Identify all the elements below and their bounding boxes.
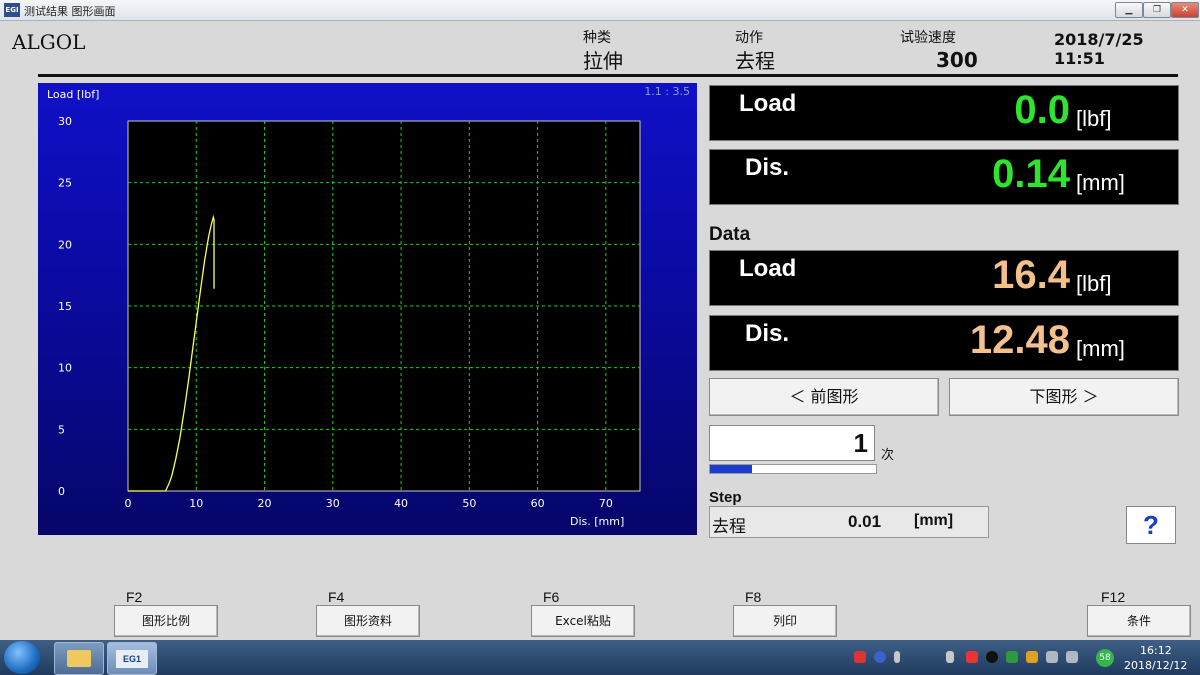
live-dis-unit: [mm]: [1076, 170, 1125, 195]
tray-badge[interactable]: 58: [1096, 649, 1114, 667]
live-load-value: 0.0: [1014, 88, 1070, 132]
action-value: 去程: [735, 49, 775, 73]
help-button[interactable]: ?: [1126, 506, 1176, 544]
data-dis-value: 12.48: [969, 318, 1070, 362]
live-dis-readout: Dis. 0.14 [mm]: [709, 149, 1179, 205]
folder-icon: [67, 650, 91, 667]
close-button[interactable]: ✕: [1171, 2, 1199, 18]
y-tick-label: 10: [58, 362, 72, 375]
data-dis-unit: [mm]: [1076, 336, 1125, 361]
explorer-taskbar-button[interactable]: [54, 642, 104, 675]
test-count-field[interactable]: 1: [709, 425, 875, 461]
speed-value: 300: [936, 48, 978, 72]
help-tray-icon[interactable]: [874, 651, 886, 663]
step-unit: [mm]: [914, 512, 954, 529]
security-icon[interactable]: [966, 651, 978, 663]
ime-icon[interactable]: [854, 651, 866, 663]
speed-label: 试验速度: [900, 30, 956, 46]
print-button[interactable]: 列印: [733, 605, 837, 637]
data-load-unit: [lbf]: [1076, 271, 1112, 296]
data-load-label: Load: [739, 255, 797, 282]
conditions-button[interactable]: 条件: [1087, 605, 1191, 637]
x-tick-label: 30: [326, 497, 340, 510]
live-load-label: Load: [739, 90, 797, 117]
scale-ratio-label: 1.1 : 3.5: [644, 85, 690, 98]
x-tick-label: 50: [462, 497, 476, 510]
shield-icon[interactable]: [1006, 651, 1018, 663]
test-count-unit: 次: [881, 448, 895, 463]
excel-paste-button[interactable]: Excel粘贴: [531, 605, 635, 637]
action-label: 动作: [735, 30, 763, 46]
fkey-f2-label: F2: [126, 589, 143, 605]
minimize-button[interactable]: ▁: [1115, 2, 1143, 18]
data-dis-readout: Dis. 12.48 [mm]: [709, 315, 1179, 371]
fkey-f6-label: F6: [543, 589, 560, 605]
x-tick-label: 20: [258, 497, 272, 510]
data-dis-label: Dis.: [745, 320, 790, 347]
progress-bar: [709, 464, 877, 474]
x-tick-label: 0: [125, 497, 132, 510]
y-tick-label: 30: [58, 115, 72, 128]
title-bar: EGI 测试结果 图形画面 ▁ ❐ ✕: [0, 0, 1200, 21]
window-title: 测试结果 图形画面: [24, 5, 116, 18]
eg1-taskbar-button[interactable]: EG1: [107, 642, 157, 675]
load-displacement-chart: 0 10 20 30 40 50 60 70 0 5 10 15 20 25 30 Load [lbf] Dis…: [38, 83, 697, 535]
clock-date[interactable]: 2018/12/12: [1124, 659, 1187, 672]
y-tick-label: 15: [58, 300, 72, 313]
data-heading: Data: [709, 224, 751, 245]
live-dis-label: Dis.: [745, 154, 790, 181]
type-label: 种类: [583, 30, 611, 46]
start-button[interactable]: [4, 641, 40, 674]
x-axis-label: Dis. [mm]: [570, 515, 624, 528]
x-tick-label: 10: [189, 497, 203, 510]
chart-svg: 0 10 20 30 40 50 60 70 0 5 10 15 20 25 30 Load [lbf] Dis…: [47, 85, 690, 528]
x-tick-label: 70: [599, 497, 613, 510]
restore-button[interactable]: ❐: [1143, 2, 1171, 18]
y-axis-label: Load [lbf]: [47, 88, 99, 101]
progress-fill: [710, 465, 752, 473]
fkey-f8-label: F8: [745, 589, 762, 605]
live-load-unit: [lbf]: [1076, 106, 1112, 131]
eg1-app-icon: EG1: [116, 650, 148, 668]
x-tick-label: 40: [394, 497, 408, 510]
y-tick-label: 0: [58, 485, 65, 498]
keyboard-icon[interactable]: [894, 651, 900, 663]
show-hidden-icons[interactable]: [946, 651, 954, 663]
prev-graph-button[interactable]: ＜ 前图形: [709, 378, 939, 416]
step-box: 去程 0.01 [mm]: [709, 506, 989, 538]
step-value: 0.01: [848, 512, 882, 531]
x-tick-label: 60: [531, 497, 545, 510]
plot-area: [127, 120, 641, 492]
fkey-f12-label: F12: [1101, 589, 1126, 605]
y-tick-label: 20: [58, 238, 72, 251]
data-load-value: 16.4: [992, 253, 1070, 297]
type-value: 拉伸: [583, 49, 623, 73]
graph-data-button[interactable]: 图形资料: [316, 605, 420, 637]
next-graph-button[interactable]: 下图形 ＞: [949, 378, 1179, 416]
qq-icon[interactable]: [986, 651, 998, 663]
fkey-f4-label: F4: [328, 589, 345, 605]
data-load-readout: Load 16.4 [lbf]: [709, 250, 1179, 306]
clock-time[interactable]: 16:12: [1140, 644, 1172, 657]
scale-button[interactable]: 图形比例: [114, 605, 218, 637]
taskbar: EG1: [0, 640, 1200, 675]
live-load-readout: Load 0.0 [lbf]: [709, 85, 1179, 141]
datetime: 2018/7/25 11:51: [1054, 30, 1144, 68]
volume-icon[interactable]: [1066, 651, 1078, 663]
app-icon: EGI: [4, 3, 20, 17]
network-icon[interactable]: [1046, 651, 1058, 663]
test-count-value: 1: [853, 428, 868, 458]
brand-name: ALGOL: [12, 30, 86, 54]
y-tick-label: 5: [58, 423, 65, 436]
user-icon[interactable]: [1026, 651, 1038, 663]
live-dis-value: 0.14: [992, 152, 1070, 196]
header-divider: [38, 74, 1178, 77]
step-heading: Step: [709, 489, 742, 506]
step-name: 去程: [712, 517, 746, 537]
y-tick-label: 25: [58, 177, 72, 190]
